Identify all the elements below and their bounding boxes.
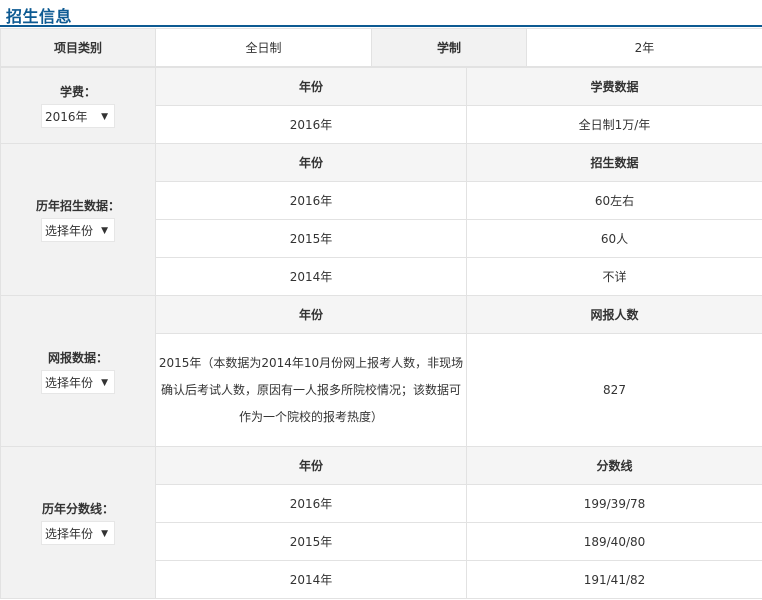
tuition-label: 学费： [59,85,96,99]
data-table: 学费： 2016年 ▼ 年份 学费数据 2016年 全日制1万/年 历年招生数据… [0,67,762,599]
enrollment-label: 历年招生数据： [35,199,120,213]
scores-year-cell: 2016年 [155,484,467,523]
table-row: 历年招生数据： 选择年份 ▼ 年份 招生数据 [0,143,762,296]
online-label: 网报数据： [47,350,108,365]
duration-label: 学制 [371,28,527,67]
scores-year-cell: 2015年 [155,522,467,561]
online-value-cell: 827 [466,333,762,447]
tuition-col-value: 学费数据 [466,67,762,106]
enrollment-section-cell: 历年招生数据： 选择年份 ▼ [0,143,156,296]
scores-year-cell: 2014年 [155,560,467,599]
online-year-select[interactable]: 选择年份 ▼ [41,369,115,394]
enrollment-year-cell: 2015年 [155,219,467,258]
online-year-select-value: 选择年份 [45,375,94,390]
tuition-year-select[interactable]: 2016年 ▼ [41,104,115,128]
enrollment-year-select[interactable]: 选择年份 ▼ [41,218,115,242]
enrollment-year-select-value: 选择年份 [45,224,94,238]
tuition-year-cell: 2016年 [155,105,467,144]
table-row: 历年分数线： 选择年份 ▼ 年份 分数线 [0,446,762,599]
online-note-line: 作为一个院校的报考热度） [238,409,383,424]
chevron-down-icon: ▼ [101,112,108,122]
section-header: 招生信息 [0,0,762,28]
online-col-year: 年份 [155,295,467,334]
online-note-line: 2015年（本数据为2014年10月份网上报考人数，非现场 [158,355,464,370]
tuition-year-select-value: 2016年 [45,110,88,124]
enrollment-value-cell: 不详 [466,257,762,296]
scores-value-cell: 189/40/80 [466,522,762,561]
enrollment-value-cell: 60左右 [466,181,762,220]
enrollment-year-cell: 2014年 [155,257,467,296]
admission-info-table: 项目类别 全日制 学制 2年 [0,28,762,67]
tuition-section-cell: 学费： 2016年 ▼ [0,67,156,144]
chevron-down-icon: ▼ [101,377,108,388]
scores-year-select-value: 选择年份 [45,527,94,541]
scores-section-cell: 历年分数线： 选择年份 ▼ [0,446,156,599]
enrollment-value-cell: 60人 [466,219,762,258]
chevron-down-icon: ▼ [101,226,108,236]
online-section-cell: 网报数据： 选择年份 ▼ [0,295,156,447]
scores-year-select[interactable]: 选择年份 ▼ [41,521,115,545]
enrollment-col-value: 招生数据 [466,143,762,182]
tuition-col-year: 年份 [155,67,467,106]
section-title: 招生信息 [6,7,73,26]
scores-value-cell: 199/39/78 [466,484,762,523]
program-info-row: 项目类别 全日制 学制 2年 [0,28,762,67]
duration-value: 2年 [526,28,762,67]
program-type-label: 项目类别 [0,28,156,67]
table-row: 网报数据： 选择年份 ▼ 年份 网报人数 [0,295,762,447]
chevron-down-icon: ▼ [101,529,108,539]
scores-value-cell: 191/41/82 [466,560,762,599]
online-col-value: 网报人数 [466,295,762,334]
table-row: 学费： 2016年 ▼ 年份 学费数据 [0,67,762,144]
title-underline [0,25,762,27]
enrollment-year-cell: 2016年 [155,181,467,220]
program-type-value: 全日制 [155,28,372,67]
online-note-line: 确认后考试人数，原因有一人报多所院校情况；该数据可 [160,382,461,397]
scores-col-value: 分数线 [466,446,762,485]
enrollment-col-year: 年份 [155,143,467,182]
online-year-note-cell: 2015年（本数据为2014年10月份网上报考人数，非现场 确认后考试人数，原因… [155,333,467,447]
scores-label: 历年分数线： [41,502,114,516]
scores-col-year: 年份 [155,446,467,485]
tuition-value-cell: 全日制1万/年 [466,105,762,144]
